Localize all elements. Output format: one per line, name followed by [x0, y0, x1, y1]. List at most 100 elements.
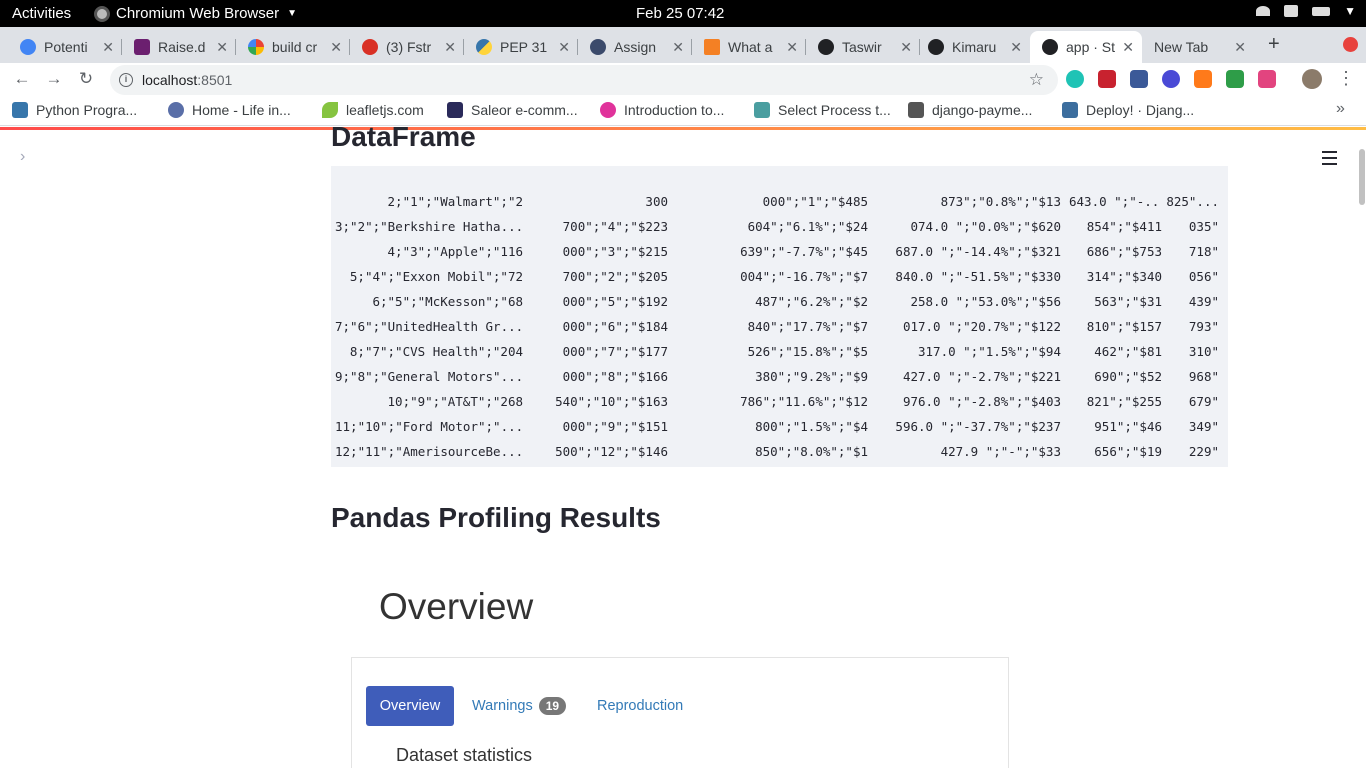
bookmark-item[interactable]: Introduction to... — [600, 102, 724, 118]
table-cell: 540";"10";"$163 — [555, 394, 668, 409]
bookmark-item[interactable]: Select Process t... — [754, 102, 891, 118]
chevron-right-icon[interactable]: › — [20, 148, 25, 166]
table-cell: 349" — [1188, 419, 1219, 434]
table-row[interactable]: 3;"2";"Berkshire Hatha... 700";"4";"$223 6… — [331, 219, 1228, 244]
table-row[interactable]: 6;"5";"McKesson";"68 000";"5";"$192 487";"… — [331, 294, 1228, 319]
tab-6[interactable]: What a ✕ — [684, 31, 806, 63]
reload-icon[interactable]: ↻ — [76, 69, 96, 89]
table-cell: 793" — [1188, 319, 1219, 334]
close-icon[interactable]: ✕ — [558, 39, 570, 56]
close-icon[interactable]: ✕ — [1234, 39, 1246, 56]
clock[interactable]: Feb 25 07:42 — [636, 5, 724, 22]
bookmark-item[interactable]: Saleor e-comm... — [447, 102, 578, 118]
close-icon[interactable]: ✕ — [1122, 39, 1134, 56]
activities-button[interactable]: Activities — [12, 5, 71, 22]
table-row[interactable]: 11;"10";"Ford Motor";"... 000";"9";"$151 8… — [331, 419, 1228, 444]
extension-icon[interactable] — [1162, 70, 1180, 88]
extension-icon[interactable] — [1226, 70, 1244, 88]
extension-icon[interactable] — [1194, 70, 1212, 88]
profile-avatar[interactable] — [1302, 69, 1322, 89]
extension-icon[interactable] — [1130, 70, 1148, 88]
tab-title: Raise.d — [158, 39, 206, 55]
scrollbar[interactable] — [1359, 149, 1365, 205]
leaf-icon — [322, 102, 338, 118]
bookmarks-bar: Python Progra... Home - Life in... leafl… — [0, 96, 1366, 126]
tab-0[interactable]: Potenti ✕ — [0, 31, 122, 63]
forward-arrow-icon[interactable]: → — [44, 69, 64, 89]
system-tray[interactable]: ▼ — [1256, 4, 1356, 18]
extension-icon[interactable] — [1258, 70, 1276, 88]
bookmark-item[interactable]: Deploy! · Djang... — [1062, 102, 1194, 118]
close-icon[interactable]: ✕ — [786, 39, 798, 56]
tab-active[interactable]: app · St ✕ — [1030, 31, 1142, 63]
tab-8[interactable]: Kimaru ✕ — [908, 31, 1030, 63]
table-cell: 7;"6";"UnitedHealth Gr... — [335, 319, 523, 334]
table-row[interactable]: 8;"7";"CVS Health";"204 000";"7";"$177 526… — [331, 344, 1228, 369]
table-cell: 056" — [1188, 269, 1219, 284]
close-icon[interactable]: ✕ — [102, 39, 114, 56]
table-cell: 563";"$31 — [1094, 294, 1162, 309]
tab-5[interactable]: Assign ✕ — [570, 31, 692, 63]
kebab-menu-icon[interactable]: ⋮ — [1337, 68, 1355, 89]
python-icon — [12, 102, 28, 118]
dataframe-heading: DataFrame — [331, 127, 476, 152]
tab-warnings[interactable]: Warnings 19 — [472, 686, 567, 726]
saleor-icon — [447, 102, 463, 118]
table-cell: 643.0 ";"-... — [1069, 194, 1162, 209]
url-text[interactable]: localhost:8501 — [142, 72, 232, 88]
streamlit-icon — [1042, 39, 1058, 55]
tab-overview[interactable]: Overview — [366, 686, 454, 726]
app-menu[interactable]: Chromium Web Browser ▼ — [94, 5, 297, 22]
table-row[interactable]: 12;"11";"AmerisourceBe... 500";"12";"$146… — [331, 444, 1228, 469]
table-cell: 000";"7";"$177 — [562, 344, 668, 359]
table-cell: 5;"4";"Exxon Mobil";"72 — [349, 269, 523, 284]
close-icon[interactable]: ✕ — [330, 39, 342, 56]
system-top-bar: Activities Chromium Web Browser ▼ Feb 25… — [0, 0, 1366, 27]
table-cell: 810";"$157 — [1086, 319, 1162, 334]
more-bookmarks-icon[interactable]: » — [1336, 100, 1345, 118]
bookmark-item[interactable]: leafletjs.com — [322, 102, 424, 118]
table-row[interactable]: 2;"1";"Walmart";"2 300 000";"1";"$485 873";… — [331, 194, 1228, 219]
table-cell: 310" — [1188, 344, 1219, 359]
close-icon[interactable]: ✕ — [672, 39, 684, 56]
table-cell: 380";"9.2%";"$9 — [755, 369, 868, 384]
address-bar[interactable]: i localhost:8501 ☆ — [110, 65, 1058, 95]
close-icon[interactable]: ✕ — [444, 39, 456, 56]
table-row[interactable]: 10;"9";"AT&T";"268 540";"10";"$163 786";"1… — [331, 394, 1228, 419]
table-row[interactable]: 9;"8";"General Motors"... 000";"8";"$166 3… — [331, 369, 1228, 394]
close-icon[interactable]: ✕ — [216, 39, 228, 56]
tab-2[interactable]: build cr ✕ — [228, 31, 350, 63]
bookmark-star-icon[interactable]: ☆ — [1029, 70, 1044, 90]
table-row[interactable]: 4;"3";"Apple";"116 000";"3";"$215 639";"-7… — [331, 244, 1228, 269]
bookmark-item[interactable]: Home - Life in... — [168, 102, 291, 118]
tab-1[interactable]: Raise.d ✕ — [114, 31, 236, 63]
table-cell: 718" — [1188, 244, 1219, 259]
tab-title: Kimaru — [952, 39, 997, 55]
stackoverflow-icon — [704, 39, 720, 55]
dataframe-table[interactable]: 2;"1";"Walmart";"2 300 000";"1";"$485 873";… — [331, 166, 1228, 467]
table-cell: 10;"9";"AT&T";"268 — [387, 394, 523, 409]
table-cell: 687.0 ";"-14.4%";"$321 — [895, 244, 1061, 259]
chromium-icon — [94, 5, 110, 22]
tab-3[interactable]: (3) Fstr ✕ — [342, 31, 464, 63]
close-icon[interactable]: ✕ — [1010, 39, 1022, 56]
table-row[interactable]: 5;"4";"Exxon Mobil";"72 700";"2";"$205 004… — [331, 269, 1228, 294]
hamburger-menu-icon[interactable] — [1322, 151, 1337, 169]
tab-reproduction[interactable]: Reproduction — [597, 686, 683, 726]
info-icon[interactable]: i — [119, 73, 133, 87]
tab-4[interactable]: PEP 31 ✕ — [456, 31, 578, 63]
extension-icon[interactable] — [1098, 70, 1116, 88]
table-cell: 604";"6.1%";"$24 — [747, 219, 868, 234]
tab-7[interactable]: Taswir ✕ — [798, 31, 920, 63]
bookmark-item[interactable]: Python Progra... — [12, 102, 137, 118]
tab-new[interactable]: New Tab ✕ — [1142, 31, 1254, 63]
back-arrow-icon[interactable]: ← — [12, 69, 32, 89]
globe-icon — [168, 102, 184, 118]
table-cell: 004";"-16.7%";"$7 — [740, 269, 868, 284]
table-cell: 3;"2";"Berkshire Hatha... — [335, 219, 523, 234]
extension-icon[interactable] — [1066, 70, 1084, 88]
tab-favicon-icon — [20, 39, 36, 55]
table-row[interactable]: 7;"6";"UnitedHealth Gr... 000";"6";"$184 8… — [331, 319, 1228, 344]
new-tab-button[interactable]: + — [1268, 33, 1280, 56]
bookmark-item[interactable]: django-payme... — [908, 102, 1032, 118]
